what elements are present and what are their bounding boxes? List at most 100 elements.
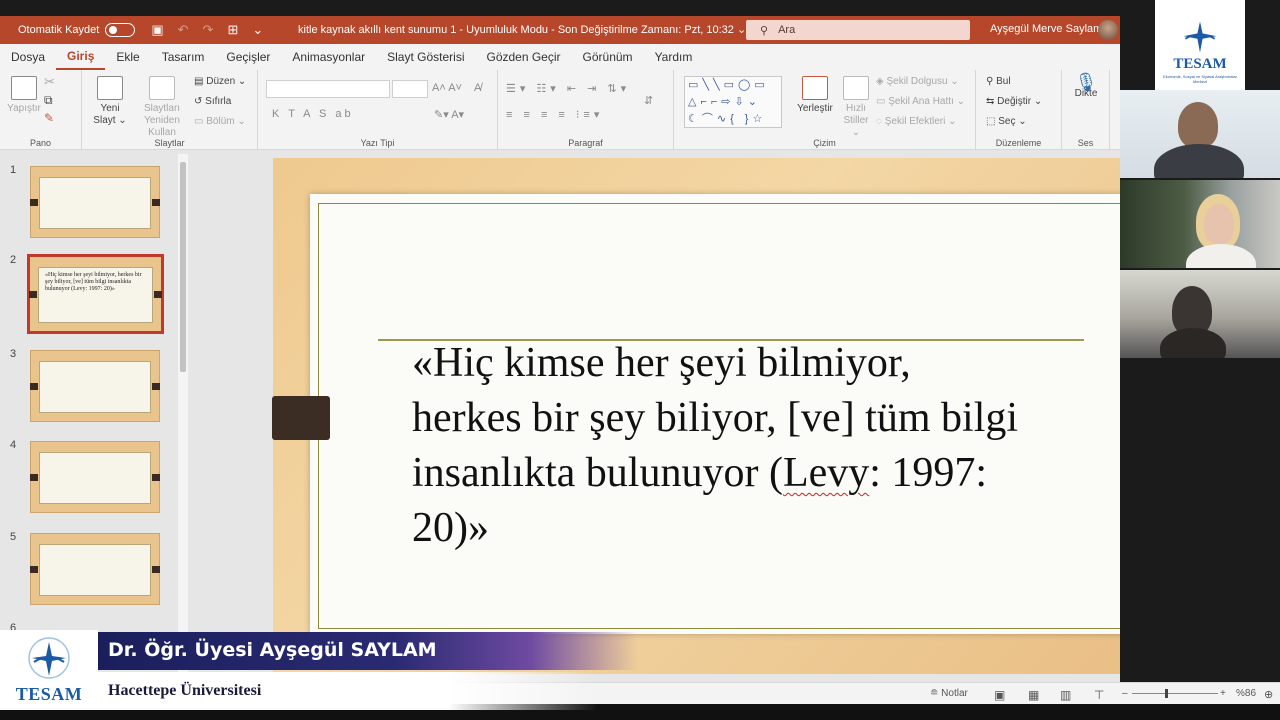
thumbnail-tab bbox=[30, 383, 38, 391]
quote-line-2: herkes bir şey biliyor, [ve] tüm bilgi bbox=[412, 395, 1019, 441]
search-icon: ⚲ bbox=[760, 24, 769, 37]
save-icon[interactable]: ▣ bbox=[151, 22, 163, 38]
tab-7[interactable]: Gözden Geçir bbox=[475, 44, 571, 70]
group-label: Yazı Tipi bbox=[360, 138, 395, 148]
find-label: Bul bbox=[996, 76, 1011, 87]
slide-thumbnail-1[interactable] bbox=[30, 166, 160, 238]
tab-3[interactable]: Tasarım bbox=[151, 44, 216, 70]
shape-fill-button[interactable]: ◈ Şekil Dolgusu ⌄ bbox=[876, 76, 959, 88]
spelling-error-word[interactable]: Levy bbox=[783, 450, 869, 496]
highlight-icon[interactable]: ✎▾ A▾ bbox=[434, 108, 464, 121]
quick-styles-icon bbox=[843, 76, 869, 100]
thumbnail-number: 4 bbox=[10, 439, 17, 451]
thumbnail-scrollbar[interactable] bbox=[178, 154, 188, 674]
participant-video-3[interactable] bbox=[1120, 270, 1280, 358]
undo-icon[interactable]: ↶ bbox=[178, 22, 189, 38]
shape-outline-button[interactable]: ▭ Şekil Ana Hattı ⌄ bbox=[876, 96, 965, 108]
group-duzenleme: ⚲ Bul ⇆ Değiştir ⌄ ⬚ Seç ⌄ Düzenleme bbox=[976, 70, 1062, 150]
autosave-toggle[interactable]: Otomatik Kaydet bbox=[18, 23, 136, 37]
tab-6[interactable]: Slayt Gösterisi bbox=[376, 44, 475, 70]
reading-view-icon[interactable]: ▥ bbox=[1060, 688, 1071, 702]
new-slide-icon bbox=[97, 76, 123, 100]
tab-2[interactable]: Ekle bbox=[105, 44, 150, 70]
dictate-button[interactable]: 🎙 Dikte bbox=[1070, 73, 1102, 100]
redo-icon[interactable]: ↷ bbox=[203, 22, 214, 38]
slide-quote-text[interactable]: «Hiç kimse her şeyi bilmiyor, herkes bir… bbox=[412, 336, 1092, 556]
thumbnail-content bbox=[39, 177, 151, 229]
quote-line-3: insanlıkta bulunuyor (Levy: 1997: bbox=[412, 446, 1092, 501]
user-name[interactable]: Ayşegül Merve Saylam bbox=[990, 23, 1102, 35]
tab-9[interactable]: Yardım bbox=[644, 44, 704, 70]
customize-qat-icon[interactable]: ⌄ bbox=[252, 22, 263, 38]
format-painter-icon[interactable]: ✎ bbox=[44, 112, 54, 124]
tab-4[interactable]: Geçişler bbox=[215, 44, 281, 70]
group-label: Düzenleme bbox=[995, 138, 1042, 148]
paste-label: Yapıştır bbox=[7, 103, 41, 114]
zoom-in-icon[interactable]: + bbox=[1220, 688, 1226, 699]
quick-styles-label: Hızlı Stiller ⌄ bbox=[843, 103, 869, 138]
notes-button[interactable]: ≘ Notlar bbox=[930, 688, 968, 699]
tesam-star-icon bbox=[1183, 21, 1217, 53]
participant-body bbox=[1154, 144, 1244, 178]
slide-thumbnail-2[interactable]: «Hiç kimse her şeyi bilmiyor, herkes bir… bbox=[27, 254, 164, 334]
fit-slide-icon[interactable]: ⊕ bbox=[1264, 688, 1273, 701]
paste-icon bbox=[11, 76, 37, 100]
normal-view-icon[interactable]: ▣ bbox=[994, 688, 1005, 702]
tab-8[interactable]: Görünüm bbox=[572, 44, 644, 70]
participant-video-2[interactable] bbox=[1120, 180, 1280, 268]
avatar[interactable] bbox=[1098, 20, 1118, 40]
slide-thumbnail-5[interactable] bbox=[30, 533, 160, 605]
slideshow-icon[interactable]: ⊤ bbox=[1094, 688, 1104, 702]
zoom-level[interactable]: %86 bbox=[1236, 688, 1256, 699]
tab-0[interactable]: Dosya bbox=[0, 44, 56, 70]
participant-video-1[interactable] bbox=[1120, 90, 1280, 178]
zoom-slider[interactable] bbox=[1132, 693, 1218, 694]
paste-button[interactable]: Yapıştır bbox=[6, 76, 42, 115]
copy-icon[interactable]: ⧉ bbox=[44, 94, 53, 106]
zoom-slider-knob[interactable] bbox=[1165, 689, 1168, 698]
speaker-institution: Hacettepe Üniversitesi bbox=[98, 672, 598, 710]
dictate-label: Dikte bbox=[1074, 88, 1098, 99]
slide-sorter-icon[interactable]: ▦ bbox=[1028, 688, 1039, 702]
quick-styles-button[interactable]: Hızlı Stiller ⌄ bbox=[838, 76, 874, 139]
quote-line-3-start: insanlıkta bulunuyor ( bbox=[412, 450, 783, 496]
thumbnail-tab bbox=[29, 291, 37, 299]
arrange-button[interactable]: Yerleştir bbox=[794, 76, 836, 115]
font-grow-icon[interactable]: A˄ A˅ bbox=[432, 82, 462, 94]
thumbnail-tab bbox=[30, 566, 38, 574]
present-icon[interactable]: ⊞ bbox=[227, 22, 238, 38]
align-icons[interactable]: ≡ ≡ ≡ ≡ ⁝≡▾ bbox=[506, 108, 603, 121]
select-button[interactable]: ⬚ Seç ⌄ bbox=[986, 116, 1027, 128]
shape-effects-button[interactable]: ◌ Şekil Efektleri ⌄ bbox=[876, 116, 956, 128]
reuse-slides-button[interactable]: Slaytları Yeniden Kullan bbox=[134, 76, 190, 139]
list-icons[interactable]: ☰▾ ☷▾ ⇤ ⇥ ⇅▾ bbox=[506, 82, 630, 95]
slide-thumbnail-4[interactable] bbox=[30, 441, 160, 513]
cut-icon[interactable]: ✂ bbox=[44, 75, 55, 88]
find-button[interactable]: ⚲ Bul bbox=[986, 76, 1011, 88]
tab-1[interactable]: Giriş bbox=[56, 44, 106, 70]
font-family-select[interactable] bbox=[266, 80, 390, 98]
slide-thumbnail-3[interactable] bbox=[30, 350, 160, 422]
zoom-out-icon[interactable]: – bbox=[1122, 688, 1128, 699]
clear-format-icon[interactable]: A̸ bbox=[474, 82, 481, 94]
text-direction-icon[interactable]: ⇵ bbox=[644, 94, 653, 107]
replace-button[interactable]: ⇆ Değiştir ⌄ bbox=[986, 96, 1042, 108]
speaker-name: Dr. Öğr. Üyesi Ayşegül SAYLAM bbox=[98, 632, 638, 670]
section-button[interactable]: ▭ Bölüm ⌄ bbox=[194, 116, 246, 128]
scrollbar-thumb[interactable] bbox=[180, 162, 186, 372]
tesam-star-icon bbox=[28, 637, 70, 679]
ribbon-tabs: Dosya Giriş Ekle Tasarım Geçişler Animasyonla… bbox=[0, 44, 1120, 70]
tesam-top-text: TESAM bbox=[1173, 56, 1227, 72]
tab-5[interactable]: Animasyonlar bbox=[281, 44, 376, 70]
layout-button[interactable]: ▤ Düzen ⌄ bbox=[194, 76, 246, 88]
reset-button[interactable]: ↺ Sıfırla bbox=[194, 96, 231, 108]
toggle-switch[interactable] bbox=[105, 23, 136, 37]
title-bar: Otomatik Kaydet ▣ ↶ ↷ ⊞ ⌄ kitle kaynak a… bbox=[0, 16, 1120, 44]
shapes-gallery[interactable]: ▭╲╲▭◯▭ △⌐⌐⇨⇩⌄ ☾⌒∿{ }☆ bbox=[684, 76, 782, 128]
search-box[interactable]: ⚲ Ara bbox=[746, 20, 970, 40]
new-slide-button[interactable]: Yeni Slayt ⌄ bbox=[88, 76, 132, 127]
thumbnail-number: 2 bbox=[10, 254, 17, 266]
reuse-slides-icon bbox=[149, 76, 175, 100]
text-format-buttons[interactable]: K T A S ab bbox=[272, 108, 354, 120]
font-size-select[interactable] bbox=[392, 80, 428, 98]
